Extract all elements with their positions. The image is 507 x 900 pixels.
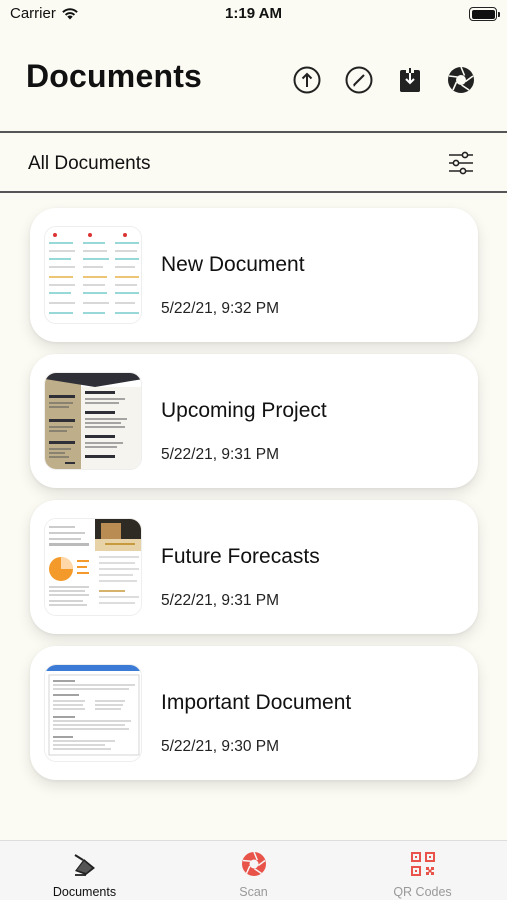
tab-scan[interactable]: Scan bbox=[169, 841, 338, 900]
document-card[interactable]: Future Forecasts 5/22/21, 9:31 PM bbox=[30, 500, 478, 634]
shutter-icon bbox=[242, 851, 266, 876]
tab-label: Scan bbox=[239, 885, 268, 899]
document-title: Upcoming Project bbox=[161, 399, 327, 422]
clock: 1:19 AM bbox=[225, 5, 282, 22]
filter-label[interactable]: All Documents bbox=[28, 153, 151, 175]
tab-qr-codes[interactable]: QR Codes bbox=[338, 841, 507, 900]
download-button[interactable] bbox=[395, 65, 425, 95]
upload-icon bbox=[293, 66, 321, 94]
camera-shutter-icon bbox=[448, 66, 474, 93]
document-title: Future Forecasts bbox=[161, 545, 320, 568]
sliders-icon bbox=[449, 151, 473, 175]
camera-button[interactable] bbox=[446, 65, 476, 95]
edit-button[interactable] bbox=[344, 65, 374, 95]
scanner-icon bbox=[74, 854, 95, 876]
document-thumbnail bbox=[44, 372, 142, 470]
tab-documents[interactable]: Documents bbox=[0, 841, 169, 900]
document-thumbnail bbox=[44, 518, 142, 616]
document-date: 5/22/21, 9:32 PM bbox=[161, 300, 280, 317]
battery-icon bbox=[469, 7, 500, 21]
filter-bar: All Documents bbox=[0, 131, 507, 193]
tab-label: QR Codes bbox=[393, 885, 452, 899]
header: Documents bbox=[0, 56, 507, 106]
tab-bar: Documents Scan QR Codes bbox=[0, 840, 507, 900]
document-card[interactable]: New Document 5/22/21, 9:32 PM bbox=[30, 208, 478, 342]
document-title: Important Document bbox=[161, 691, 352, 714]
tab-label: Documents bbox=[52, 885, 117, 899]
edit-icon bbox=[345, 66, 373, 94]
page-title: Documents bbox=[26, 58, 203, 94]
document-date: 5/22/21, 9:31 PM bbox=[161, 446, 280, 463]
document-date: 5/22/21, 9:30 PM bbox=[161, 738, 280, 755]
document-card[interactable]: Upcoming Project 5/22/21, 9:31 PM bbox=[30, 354, 478, 488]
document-thumbnail bbox=[44, 664, 142, 762]
upload-button[interactable] bbox=[292, 65, 322, 95]
filter-button[interactable] bbox=[447, 149, 475, 177]
download-icon bbox=[400, 68, 420, 92]
qr-code-icon bbox=[411, 852, 435, 876]
document-date: 5/22/21, 9:31 PM bbox=[161, 592, 280, 609]
document-title: New Document bbox=[161, 253, 305, 276]
document-card[interactable]: Important Document 5/22/21, 9:30 PM bbox=[30, 646, 478, 780]
status-bar: Carrier 1:19 AM bbox=[0, 0, 507, 30]
document-thumbnail bbox=[44, 226, 142, 324]
